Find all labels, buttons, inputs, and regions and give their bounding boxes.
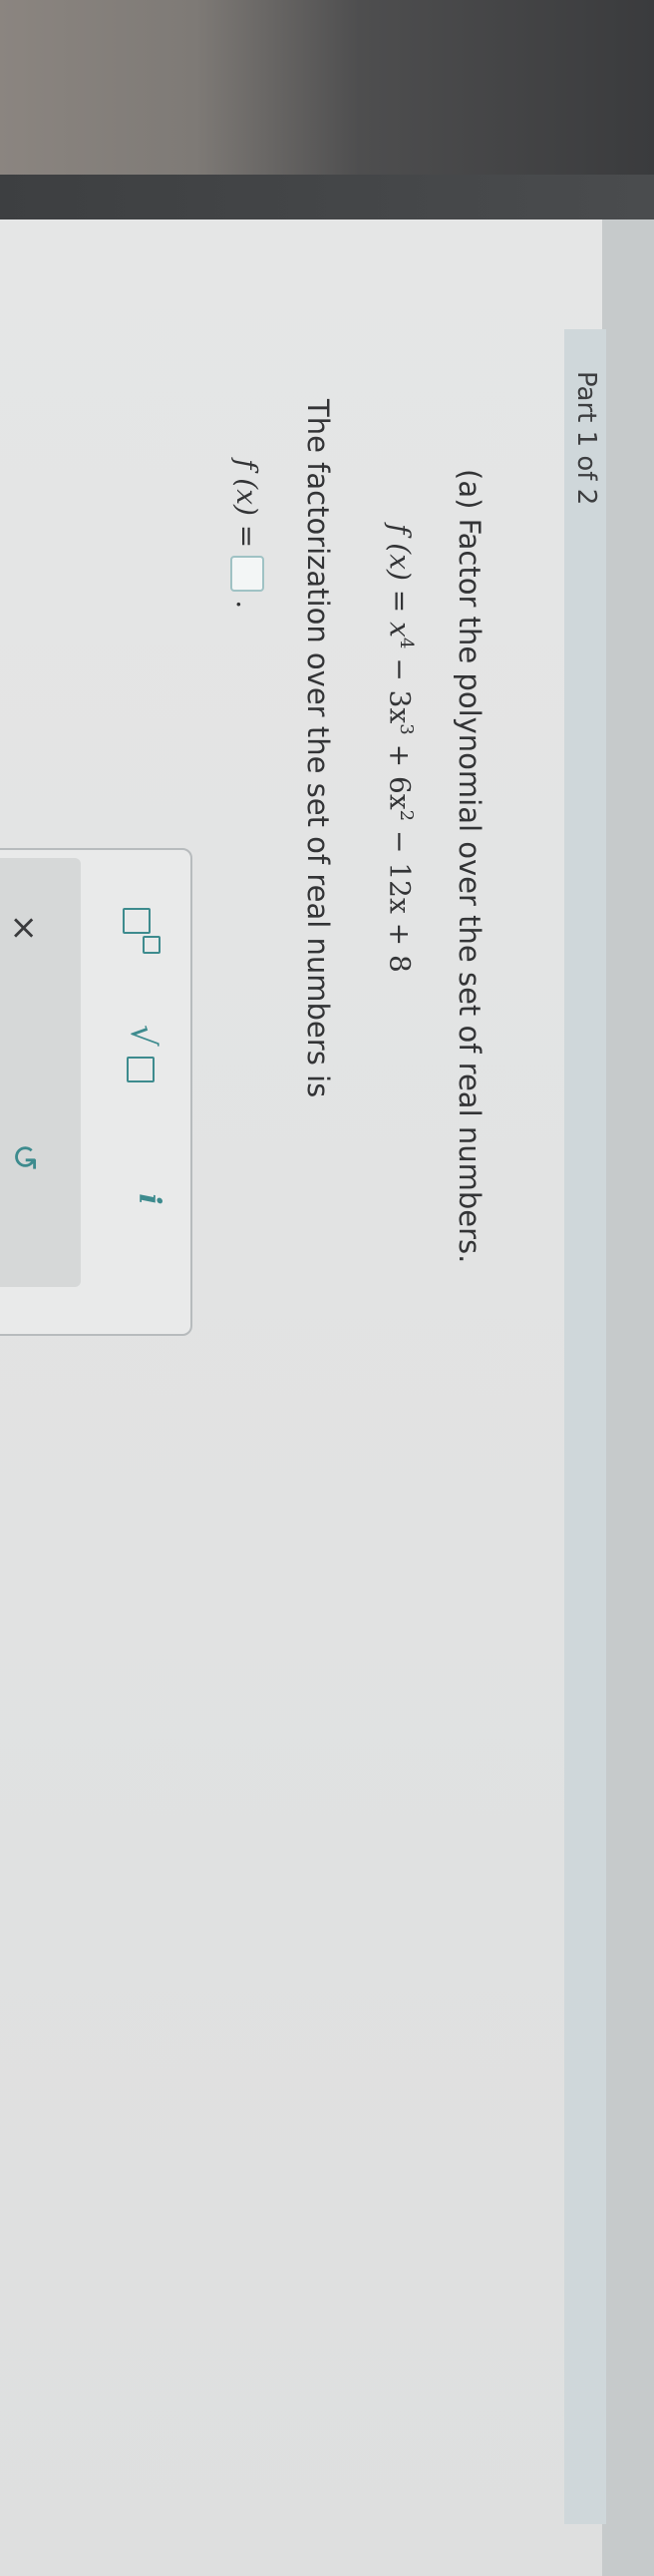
answer-row: f (x) = . (230, 459, 264, 609)
part-header: Part 1 of 2 (564, 329, 606, 2524)
term-3: + 6x (383, 734, 417, 810)
part-label: Part 1 of 2 (571, 371, 601, 506)
math-toolbar: √ i × ↺ (0, 848, 192, 1336)
polynomial-equation: f (x) = x4 − 3x3 + 6x2 − 12x + 8 (384, 524, 417, 973)
answer-input[interactable] (230, 556, 264, 593)
undo-icon[interactable]: ↺ (0, 1127, 51, 1187)
toolbar-actions: × ↺ (0, 858, 81, 1287)
term-4: − 12x + 8 (383, 821, 417, 973)
term-2: − 3x (383, 648, 417, 724)
exponent-2: 3 (396, 723, 417, 735)
radical-sign: √ (123, 1025, 163, 1047)
page-side-gutter (602, 219, 654, 2576)
answer-label: f (x) = (230, 459, 264, 549)
exponent-3: 2 (396, 809, 417, 822)
square-root-icon[interactable]: √ (119, 1025, 168, 1104)
answer-period: . (230, 600, 264, 610)
term-1: x (383, 622, 417, 638)
base-box (123, 908, 151, 934)
question-prompt: (a) Factor the polynomial over the set o… (453, 469, 487, 1264)
problem-panel: Part 1 of 2 (a) Factor the polynomial ov… (0, 329, 606, 2524)
superscript-icon[interactable] (123, 900, 163, 970)
close-icon[interactable]: × (0, 898, 51, 958)
factorization-statement: The factorization over the set of real n… (301, 399, 335, 1098)
monitor-bezel (0, 175, 654, 219)
photo-background-top (0, 0, 654, 175)
radicand-box (127, 1057, 155, 1082)
exponent-1: 4 (396, 637, 417, 649)
toolbar-buttons: √ i (91, 850, 190, 1334)
exponent-box (143, 936, 161, 954)
info-icon[interactable]: i (121, 1179, 166, 1219)
function-name: f (x) = (383, 524, 417, 623)
